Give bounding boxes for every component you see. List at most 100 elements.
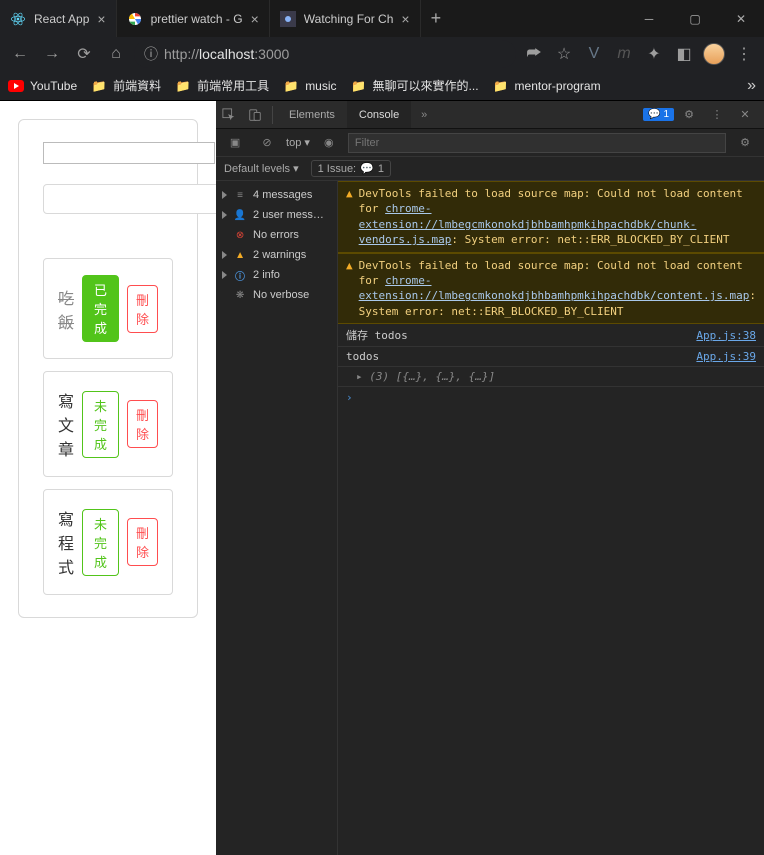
reload-button[interactable]: ⟳ [70, 40, 98, 68]
eye-icon[interactable]: ◉ [316, 136, 342, 149]
console-prompt[interactable]: › [338, 387, 764, 408]
sidebar-messages[interactable]: ≡4 messages [216, 185, 337, 205]
clear-console-icon[interactable]: ⊘ [254, 136, 280, 149]
log-text: 儲存 todos [346, 327, 408, 343]
source-link[interactable]: App.js:38 [696, 329, 756, 342]
more-tabs-icon[interactable]: » [411, 109, 437, 121]
console-output: ▲ DevTools failed to load source map: Co… [338, 181, 764, 855]
react-icon [10, 11, 26, 27]
todo-item: 吃飯 已完成 刪除 [43, 258, 173, 359]
folder-icon: 📁 [175, 78, 191, 94]
bookmark-folder-2[interactable]: 📁music [283, 78, 336, 94]
toggle-done-button[interactable]: 未完成 [82, 509, 119, 576]
profile-avatar[interactable] [700, 40, 728, 68]
home-button[interactable]: ⌂ [102, 40, 130, 68]
log-text: todos [346, 350, 379, 363]
warning-icon: ▲ [346, 186, 353, 248]
new-tab-button[interactable]: + [421, 0, 452, 37]
folder-icon: 📁 [283, 78, 299, 94]
warning-icon: ▲ [233, 248, 247, 262]
sidebar-verbose[interactable]: ❋No verbose [216, 285, 337, 305]
maximize-button[interactable]: ▢ [672, 0, 718, 37]
address-bar[interactable]: ⓘ http://localhost:3000 [134, 40, 516, 68]
todo-item: 寫文章 未完成 刪除 [43, 371, 173, 477]
sidebar-info[interactable]: ⓘ2 info [216, 265, 337, 285]
vue-extension-icon[interactable]: V [580, 40, 608, 68]
bookmark-label: YouTube [30, 79, 77, 93]
extensions-puzzle-icon[interactable]: ✦ [640, 40, 668, 68]
kebab-menu-icon[interactable]: ⋮ [704, 108, 730, 121]
log-object-preview[interactable]: ▸ (3) [{…}, {…}, {…}] [338, 367, 764, 387]
info-icon: ⓘ [233, 268, 247, 282]
close-icon[interactable]: × [97, 11, 105, 27]
url-text: http://localhost:3000 [164, 46, 289, 62]
tab-console[interactable]: Console [347, 101, 411, 128]
filter-input[interactable] [348, 133, 726, 153]
close-icon[interactable]: ✕ [732, 108, 758, 121]
generic-favicon [280, 11, 296, 27]
console-toolbar-2: Default levels ▾ 1 Issue: 💬1 [216, 157, 764, 181]
bookmark-label: 無聊可以來實作的... [373, 77, 479, 94]
device-toggle-icon[interactable] [242, 108, 268, 122]
star-icon[interactable]: ☆ [550, 40, 578, 68]
close-icon[interactable]: × [401, 11, 409, 27]
bookmark-folder-1[interactable]: 📁 前端常用工具 [175, 77, 269, 94]
console-sidebar: ≡4 messages 👤2 user mess… ⊗No errors ▲2 … [216, 181, 338, 855]
user-icon: 👤 [233, 208, 247, 222]
issues-button[interactable]: 1 Issue: 💬1 [311, 160, 391, 177]
gear-icon[interactable]: ⚙ [732, 136, 758, 149]
bookmark-folder-0[interactable]: 📁前端資料 [91, 77, 161, 94]
chevron-right-icon [222, 271, 227, 279]
browser-tab-0[interactable]: React App × [0, 0, 117, 37]
gear-icon[interactable]: ⚙ [676, 108, 702, 121]
delete-button[interactable]: 刪除 [127, 518, 158, 566]
close-icon[interactable]: × [251, 11, 259, 27]
back-button[interactable]: ← [6, 40, 34, 68]
source-link[interactable]: chrome-extension://lmbegcmkonokdjbhbamhp… [359, 274, 750, 302]
bookmark-label: 前端資料 [113, 77, 161, 94]
inspect-element-icon[interactable] [216, 108, 242, 122]
log-message[interactable]: todos App.js:39 [338, 347, 764, 367]
devtools-panel: Elements Console » 💬1 ⚙ ⋮ ✕ ▣ ⊘ top ▾ ◉ … [216, 101, 764, 855]
bookmark-folder-3[interactable]: 📁無聊可以來實作的... [351, 77, 479, 94]
todo-input[interactable] [43, 184, 216, 214]
browser-tab-2[interactable]: Watching For Ch × [270, 0, 421, 37]
sidebar-warnings[interactable]: ▲2 warnings [216, 245, 337, 265]
close-window-button[interactable]: ✕ [718, 0, 764, 37]
youtube-icon [8, 78, 24, 94]
delete-button[interactable]: 刪除 [127, 400, 158, 448]
tab-elements[interactable]: Elements [277, 101, 347, 128]
toggle-done-button[interactable]: 未完成 [82, 391, 119, 458]
bookmark-folder-4[interactable]: 📁mentor-program [493, 78, 601, 94]
minimize-button[interactable]: ─ [626, 0, 672, 37]
bookmark-youtube[interactable]: YouTube [8, 78, 77, 94]
chevron-right-icon [222, 251, 227, 259]
kebab-menu-icon[interactable]: ⋮ [730, 40, 758, 68]
error-icon: ⊗ [233, 228, 247, 242]
bookmark-label: 前端常用工具 [197, 77, 269, 94]
warning-message[interactable]: ▲ DevTools failed to load source map: Co… [338, 253, 764, 325]
warning-icon: ▲ [346, 258, 353, 320]
delete-button[interactable]: 刪除 [127, 285, 158, 333]
source-link[interactable]: App.js:39 [696, 350, 756, 363]
context-selector[interactable]: top ▾ [286, 136, 310, 149]
forward-button[interactable]: → [38, 40, 66, 68]
browser-tab-1[interactable]: prettier watch - G × [117, 0, 270, 37]
bookmarks-overflow-icon[interactable]: » [747, 77, 756, 95]
sidebar-toggle-icon[interactable]: ▣ [222, 136, 248, 149]
issues-badge[interactable]: 💬1 [643, 108, 674, 121]
sidepanel-icon[interactable]: ◧ [670, 40, 698, 68]
folder-icon: 📁 [493, 78, 509, 94]
share-icon[interactable]: ⮫ [520, 40, 548, 68]
levels-selector[interactable]: Default levels ▾ [224, 162, 299, 175]
window-titlebar: React App × prettier watch - G × Watchin… [0, 0, 764, 37]
toggle-done-button[interactable]: 已完成 [82, 275, 119, 342]
console-toolbar: ▣ ⊘ top ▾ ◉ ⚙ [216, 129, 764, 157]
log-message[interactable]: 儲存 todos App.js:38 [338, 324, 764, 347]
todo-input-small[interactable] [43, 142, 215, 164]
sidebar-errors[interactable]: ⊗No errors [216, 225, 337, 245]
sidebar-user[interactable]: 👤2 user mess… [216, 205, 337, 225]
warning-message[interactable]: ▲ DevTools failed to load source map: Co… [338, 181, 764, 253]
tab-title: prettier watch - G [151, 12, 243, 26]
extension-icon[interactable]: m [610, 40, 638, 68]
